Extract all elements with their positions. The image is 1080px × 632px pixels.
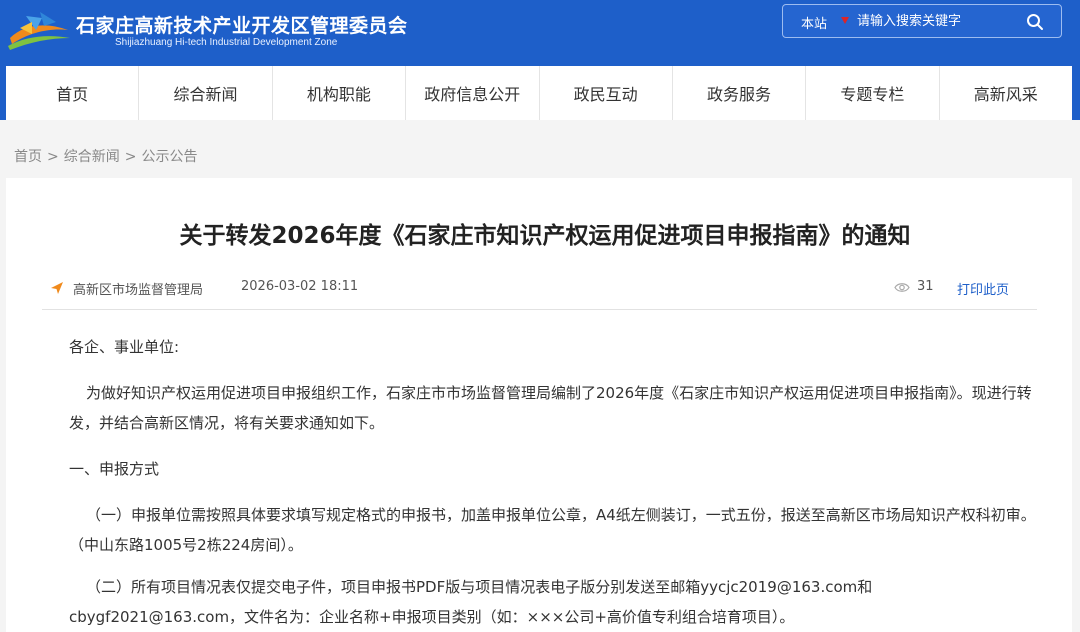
- search-input[interactable]: [857, 11, 1017, 31]
- breadcrumb-separator: >: [124, 149, 137, 165]
- article-paragraph: 为做好知识产权运用促进项目申报组织工作，石家庄市市场监督管理局编制了2026年度…: [69, 384, 1032, 432]
- nav-item-interaction[interactable]: 政民互动: [540, 66, 673, 120]
- article-source: 高新区市场监督管理局: [73, 283, 204, 298]
- site-subtitle: Shijiazhuang Hi-tech Industrial Developm…: [115, 37, 338, 48]
- nav-item-home[interactable]: 首页: [6, 66, 140, 120]
- view-count: 31: [917, 279, 934, 294]
- caret-down-icon[interactable]: [841, 17, 849, 24]
- site-logo-icon: [8, 12, 70, 50]
- article-card: 关于转发2026年度《石家庄市知识产权运用促进项目申报指南》的通知 高新区市场监…: [6, 178, 1072, 632]
- site-title: 石家庄高新技术产业开发区管理委员会: [76, 15, 408, 37]
- article-paragraph: （一）申报单位需按照具体要求填写规定格式的申报书，加盖申报单位公章，A4纸左侧装…: [69, 506, 1036, 554]
- breadcrumb: 首页 > 综合新闻 > 公示公告: [14, 146, 197, 166]
- search-scope-select[interactable]: 本站: [801, 13, 827, 32]
- breadcrumb-separator: >: [47, 149, 59, 165]
- nav-item-services[interactable]: 政务服务: [673, 66, 807, 120]
- main-nav: 首页 综合新闻 机构职能 政府信息公开 政民互动 政务服务 专题专栏 高新风采: [6, 66, 1072, 120]
- article-title: 关于转发2026年度《石家庄市知识产权运用促进项目申报指南》的通知: [179, 223, 911, 249]
- nav-item-topics[interactable]: 专题专栏: [806, 66, 940, 120]
- breadcrumb-home-link[interactable]: 首页: [14, 149, 42, 165]
- nav-item-functions[interactable]: 机构职能: [273, 66, 407, 120]
- site-header: 石家庄高新技术产业开发区管理委员会 Shijiazhuang Hi-tech I…: [0, 0, 1080, 66]
- article-date: 2026-03-02 18:11: [241, 279, 359, 294]
- nav-item-gov-info[interactable]: 政府信息公开: [406, 66, 540, 120]
- print-link[interactable]: 打印此页: [957, 279, 1009, 298]
- nav-item-news[interactable]: 综合新闻: [139, 66, 273, 120]
- breadcrumb-news-link[interactable]: 综合新闻: [64, 149, 120, 165]
- send-icon: [51, 282, 63, 294]
- article-salutation: 各企、事业单位:: [69, 338, 180, 356]
- nav-item-showcase[interactable]: 高新风采: [940, 66, 1072, 120]
- article-section-heading: 一、申报方式: [69, 460, 160, 478]
- divider: [42, 309, 1037, 310]
- breadcrumb-notice-link[interactable]: 公示公告: [141, 149, 197, 165]
- eye-icon: [894, 283, 910, 292]
- search-box: 本站: [782, 4, 1062, 38]
- article-meta: 高新区市场监督管理局 2026-03-02 18:11 31 打印此页: [6, 274, 1072, 304]
- article-paragraph: （二）所有项目情况表仅提交电子件，项目申报书PDF版与项目情况表电子版分别发送至…: [69, 578, 873, 626]
- search-icon[interactable]: [1026, 13, 1044, 31]
